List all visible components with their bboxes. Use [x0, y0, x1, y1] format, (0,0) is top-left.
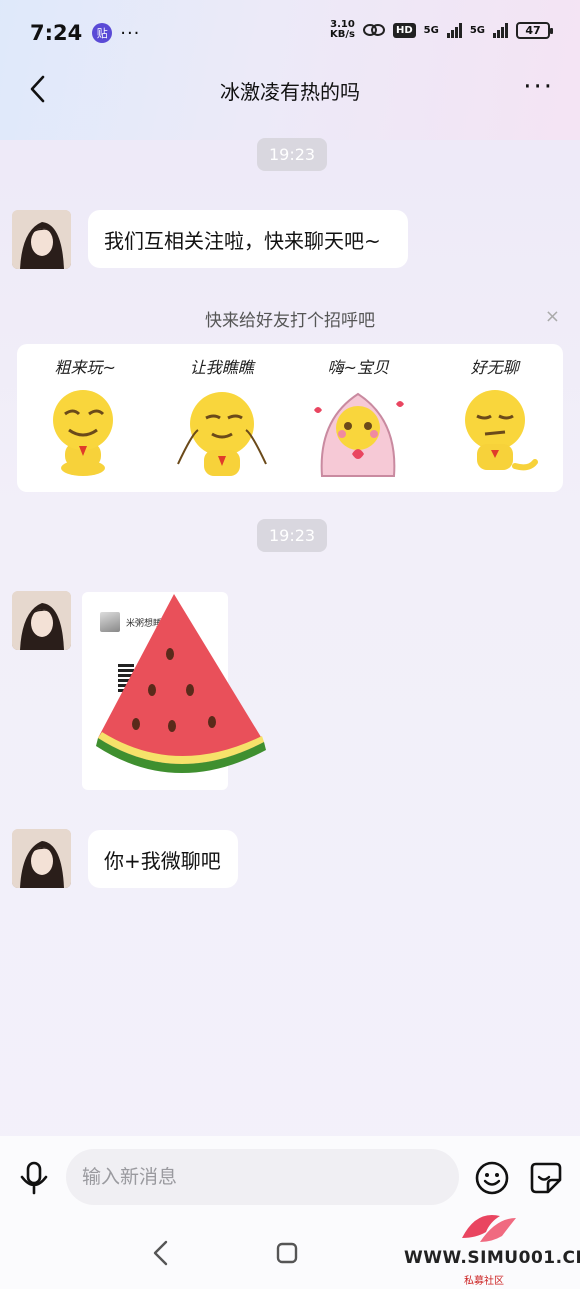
status-time: 7:24: [30, 21, 83, 45]
status-more-dots: ···: [120, 22, 141, 44]
more-options-button[interactable]: ···: [523, 74, 554, 100]
speed-unit: KB/s: [330, 29, 355, 40]
sticker-caption: 嗨~宝贝: [327, 358, 389, 377]
avatar[interactable]: [12, 829, 71, 888]
sticker-item[interactable]: 好无聊: [435, 354, 555, 480]
greeting-hint: 快来给好友打个招呼吧: [205, 311, 375, 331]
image-message[interactable]: 米粥想睡了: [82, 592, 266, 790]
close-hint-button[interactable]: ×: [545, 306, 560, 327]
avatar-photo: [12, 210, 71, 269]
avatar-photo: [12, 591, 71, 650]
chevron-left-icon: [153, 1240, 168, 1266]
square-home-icon: [276, 1242, 298, 1264]
watermark-subtitle: 私募社区: [464, 1276, 504, 1287]
message-input[interactable]: [66, 1149, 459, 1205]
timestamp: 19:23: [257, 138, 328, 171]
sticker-icon: [530, 1162, 562, 1194]
link-icon: [362, 24, 385, 36]
system-home-button[interactable]: [275, 1241, 299, 1265]
chat-title: 冰激凌有热的吗: [220, 80, 360, 104]
sticker-caption: 粗来玩~: [54, 358, 116, 377]
timestamp: 19:23: [257, 519, 328, 552]
system-back-button[interactable]: [148, 1238, 174, 1268]
emoji-button[interactable]: [474, 1160, 510, 1196]
notification-badge-icon: 贴: [92, 23, 113, 43]
signal-icon: [446, 22, 462, 38]
status-indicators: 3.10 KB/s HD 5G 5G 47: [330, 20, 553, 40]
sticker-item[interactable]: 让我瞧瞧: [162, 354, 282, 480]
message-bubble[interactable]: 我们互相关注啦，快来聊天吧~: [88, 210, 408, 268]
watermark-logo: [462, 1214, 516, 1242]
watermelon-sticker-icon: [96, 594, 266, 774]
sticker-caption: 让我瞧瞧: [189, 358, 254, 377]
watermark: WWW.SIMU001.CN 私募社区: [400, 1208, 580, 1288]
sticker-caption: 好无聊: [470, 358, 519, 377]
sticker-button[interactable]: [528, 1160, 564, 1196]
battery-icon: 47: [516, 21, 553, 39]
nav-bar: 冰激凌有热的吗 ···: [0, 62, 580, 116]
smiley-peek-icon: [176, 392, 267, 476]
smiley-icon: [475, 1161, 509, 1195]
microphone-icon: [20, 1161, 48, 1195]
watermark-site: WWW.SIMU001.CN: [404, 1248, 580, 1268]
smiley-wave-icon: [53, 390, 114, 476]
network-type-1: 5G: [423, 24, 439, 36]
smiley-blanket-icon: [314, 392, 405, 477]
avatar[interactable]: [12, 591, 71, 650]
hd-icon: HD: [392, 22, 416, 38]
smiley-bored-icon: [464, 390, 538, 471]
sticker-item[interactable]: 粗来玩~: [25, 354, 145, 480]
network-type-2: 5G: [469, 24, 485, 36]
avatar[interactable]: [12, 210, 71, 269]
signal-icon-2: [493, 22, 508, 38]
message-bubble[interactable]: 你+我微聊吧: [88, 830, 238, 888]
avatar-photo: [12, 829, 71, 888]
sticker-item[interactable]: 嗨~宝贝: [298, 354, 418, 480]
voice-button[interactable]: [16, 1160, 52, 1196]
network-speed: 3.10 KB/s: [330, 20, 355, 40]
sticker-suggestions: 粗来玩~ 让我瞧瞧 嗨~宝贝 好无聊: [17, 344, 563, 492]
status-bar: 7:24 贴 ··· 3.10 KB/s HD 5G 5G 47: [0, 0, 580, 66]
